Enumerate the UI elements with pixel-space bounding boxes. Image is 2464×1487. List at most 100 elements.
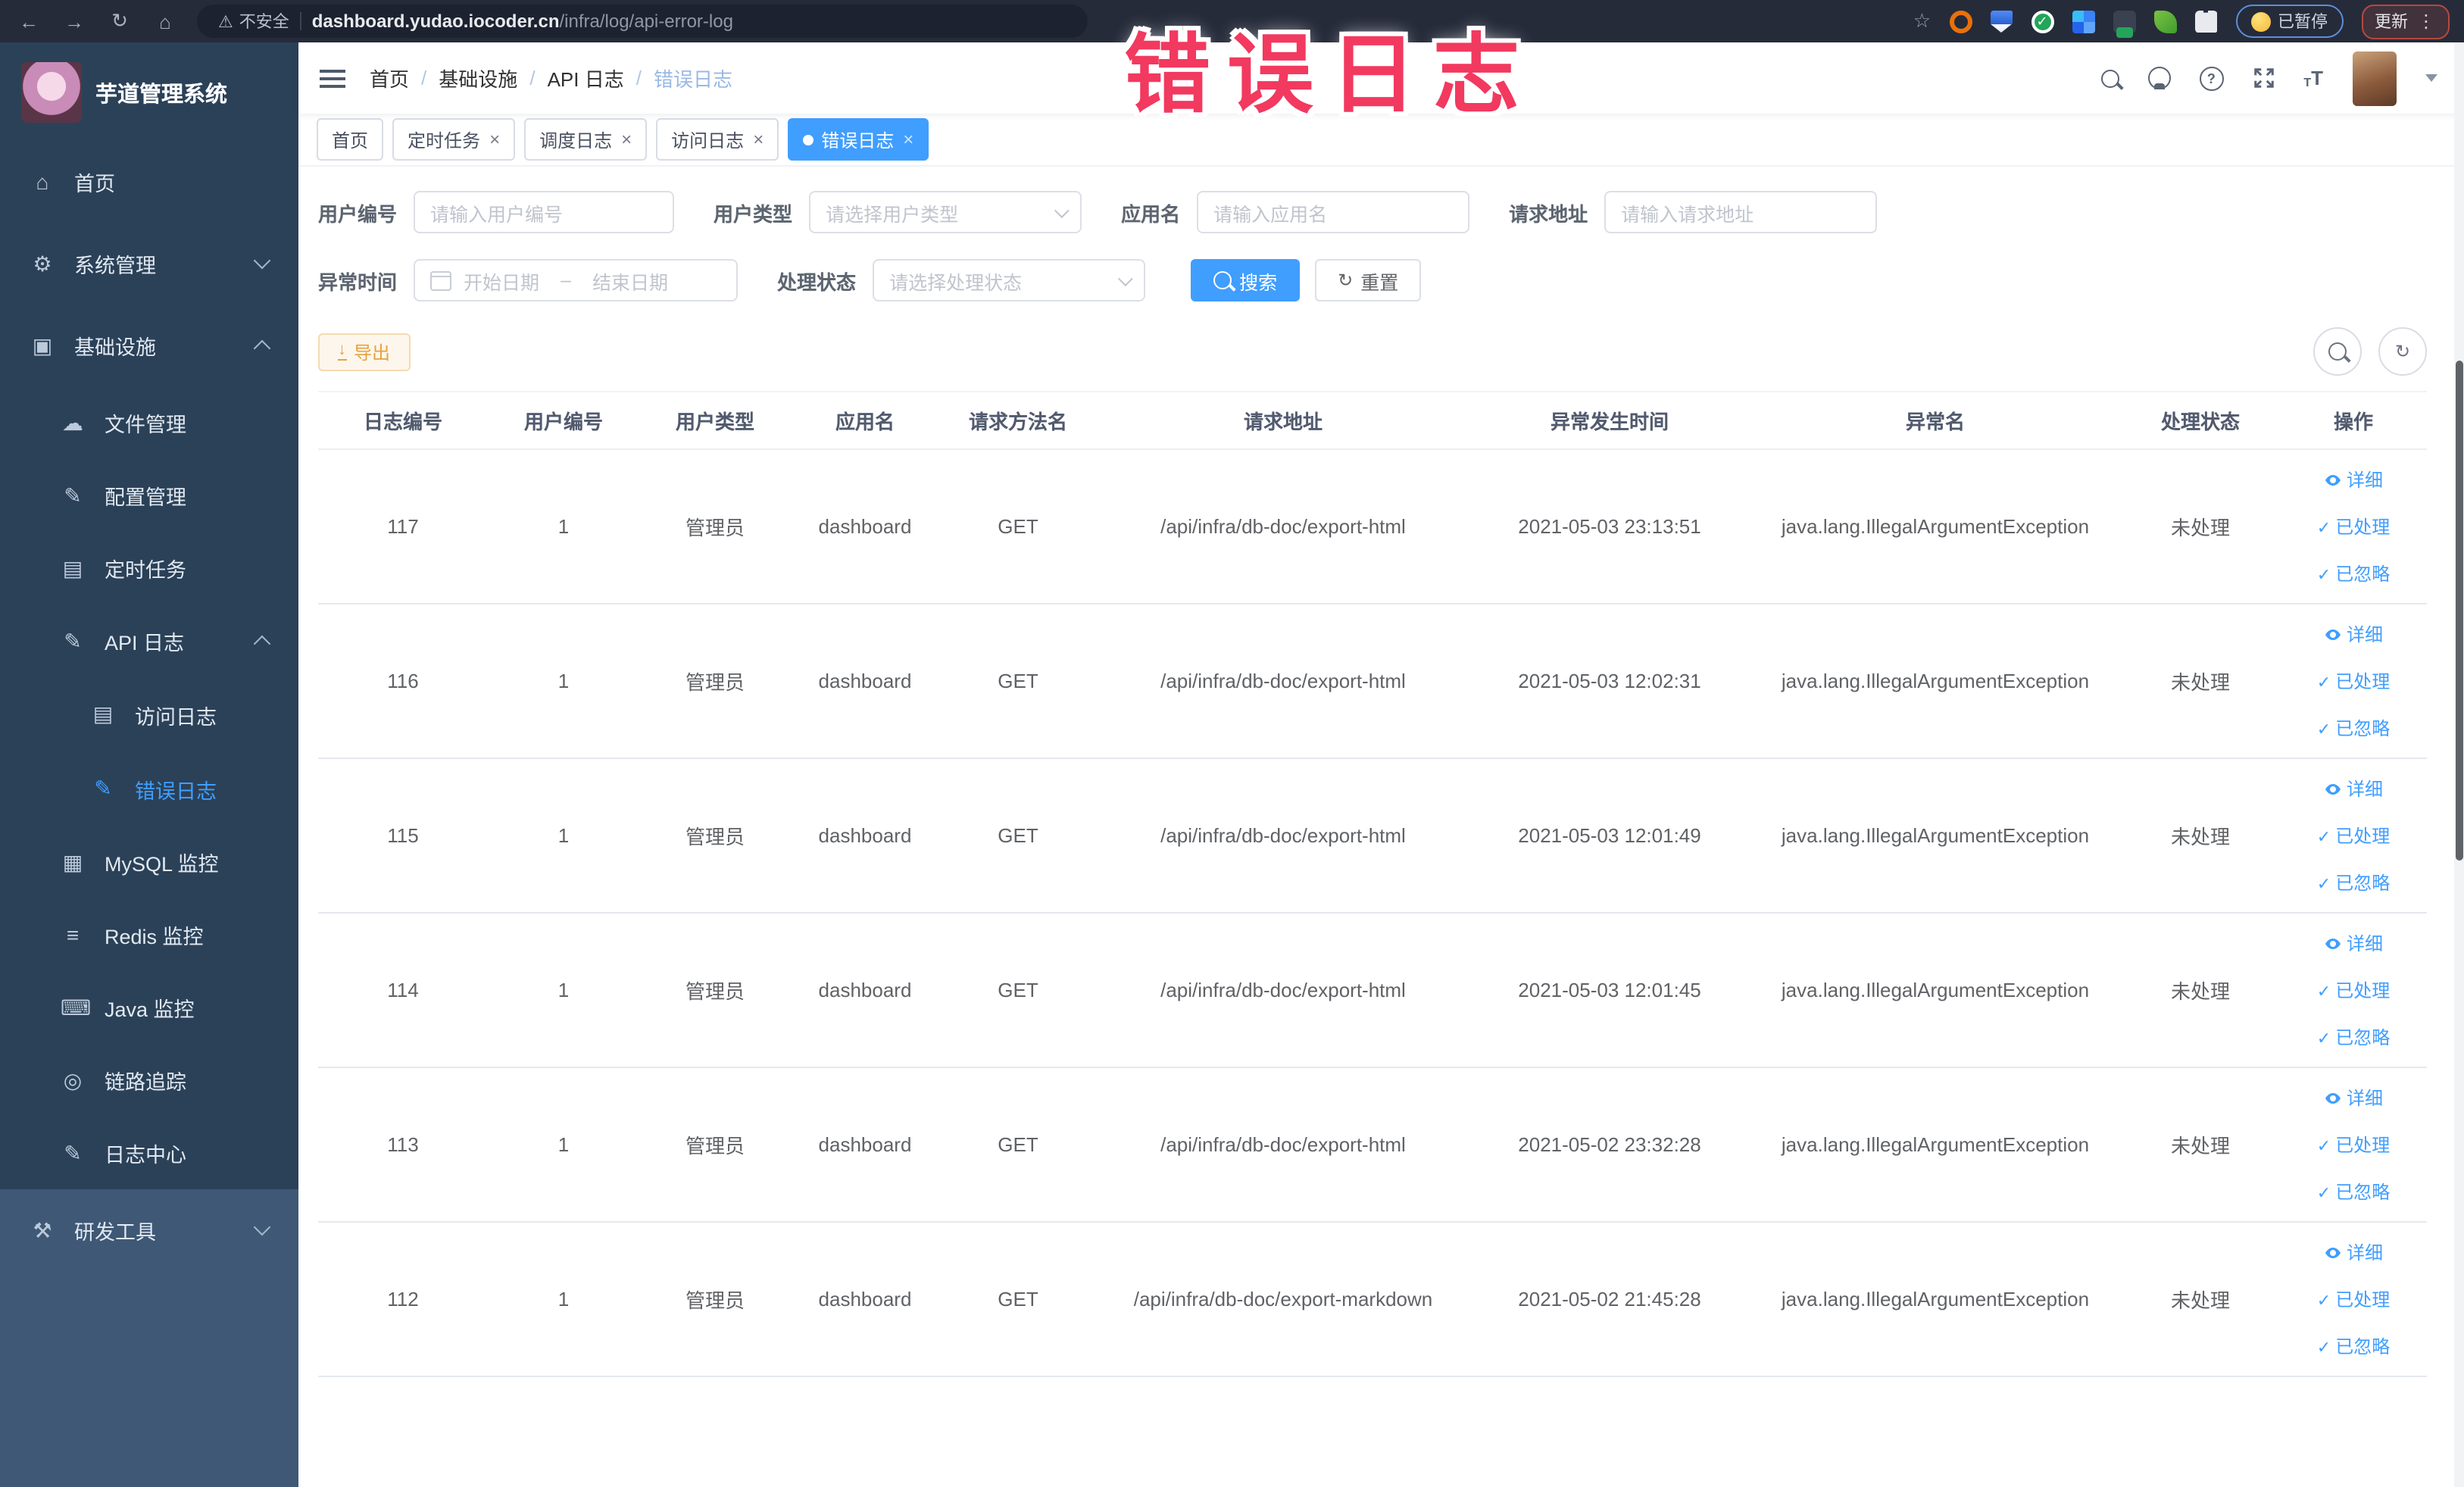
tab-label: 错误日志 (821, 130, 895, 151)
extension-icon[interactable] (1949, 10, 1972, 33)
scrollbar-thumb[interactable] (2455, 361, 2462, 861)
extension-leaf-icon[interactable] (2153, 10, 2176, 33)
tab-访问日志[interactable]: 访问日志 × (656, 118, 779, 161)
action-label: 已处理 (2335, 1135, 2391, 1156)
browser-menu-kebab-icon[interactable]: ⋮ (2417, 11, 2435, 32)
user-id-input[interactable]: 请输入用户编号 (414, 191, 675, 233)
browser-back-icon[interactable]: ← (15, 10, 42, 33)
mysql-monitor-icon (61, 849, 85, 875)
app-name-input[interactable]: 请输入应用名 (1197, 191, 1470, 233)
browser-update-button[interactable]: 更新 ⋮ (2361, 4, 2449, 39)
sidebar-item-配置管理[interactable]: 配置管理 (0, 459, 298, 532)
action-详细[interactable]: 详细 (2324, 1239, 2383, 1265)
bookmark-star-icon[interactable]: ☆ (1913, 9, 1931, 33)
breadcrumb-item[interactable]: 基础设施 (439, 64, 517, 92)
avatar-caret-icon[interactable] (2425, 74, 2437, 82)
sidebar-item-系统管理[interactable]: 系统管理 (0, 223, 298, 305)
extension-switch-icon[interactable] (2113, 10, 2135, 37)
action-已处理[interactable]: 已处理 (2317, 668, 2390, 694)
tab-close-icon[interactable]: × (621, 130, 632, 148)
address-bar[interactable]: ⚠ 不安全 dashboard.yudao.iocoder.cn/infra/lo… (197, 5, 1088, 38)
font-size-icon[interactable] (2303, 67, 2323, 89)
toggle-search-button[interactable] (2313, 327, 2362, 376)
request-url-input[interactable]: 请输入请求地址 (1604, 191, 1878, 233)
sidebar-item-错误日志[interactable]: 错误日志 (0, 751, 298, 826)
exception-time-range-picker[interactable]: 开始日期 – 结束日期 (414, 259, 739, 301)
reset-button[interactable]: 重置 (1315, 259, 1422, 301)
action-已处理[interactable]: 已处理 (2317, 1286, 2390, 1312)
extensions-puzzle-icon[interactable] (2194, 10, 2217, 33)
tab-定时任务[interactable]: 定时任务 × (392, 118, 516, 161)
refresh-table-button[interactable] (2378, 327, 2427, 376)
tab-close-icon[interactable]: × (903, 130, 913, 148)
browser-reload-icon[interactable]: ↻ (106, 9, 133, 33)
breadcrumb-item[interactable]: API 日志 (548, 64, 624, 92)
cell-status: 未处理 (2170, 671, 2230, 694)
page-scrollbar[interactable] (2453, 42, 2464, 1487)
cell-app: dashboard (818, 979, 912, 1001)
tab-调度日志[interactable]: 调度日志 × (524, 118, 648, 161)
eye-icon (2324, 470, 2342, 489)
search-button[interactable]: 搜索 (1191, 259, 1301, 301)
sidebar-item-基础设施[interactable]: 基础设施 (0, 305, 298, 386)
sidebar-collapse-icon[interactable] (320, 69, 345, 87)
tab-close-icon[interactable]: × (753, 130, 764, 148)
column-header-处理状态: 处理状态 (2160, 411, 2240, 433)
sidebar-item-文件管理[interactable]: 文件管理 (0, 386, 298, 459)
breadcrumb-item[interactable]: 首页 (370, 64, 409, 92)
action-详细[interactable]: 详细 (2324, 930, 2383, 956)
search-icon[interactable] (2100, 69, 2119, 87)
action-详细[interactable]: 详细 (2324, 776, 2383, 801)
user-avatar[interactable] (2352, 51, 2396, 105)
browser-forward-icon[interactable]: → (61, 10, 88, 33)
sidebar-item-研发工具[interactable]: 研发工具 (0, 1189, 298, 1271)
sidebar-item-Redis 监控[interactable]: Redis 监控 (0, 898, 298, 971)
help-icon[interactable] (2199, 66, 2224, 90)
sidebar-item-API 日志[interactable]: API 日志 (0, 604, 298, 677)
sidebar-item-定时任务[interactable]: 定时任务 (0, 532, 298, 604)
action-已处理[interactable]: 已处理 (2317, 823, 2390, 848)
sidebar-item-访问日志[interactable]: 访问日志 (0, 677, 298, 751)
github-icon[interactable] (2147, 67, 2171, 89)
sidebar-item-链路追踪[interactable]: 链路追踪 (0, 1044, 298, 1117)
tab-错误日志[interactable]: 错误日志 × (788, 118, 929, 161)
user-type-select[interactable]: 请选择用户类型 (809, 191, 1082, 233)
sidebar-item-Java 监控[interactable]: Java 监控 (0, 971, 298, 1044)
export-button[interactable]: 导出 (318, 333, 411, 370)
cell-exception: java.lang.IllegalArgumentException (1781, 515, 2090, 538)
action-详细[interactable]: 详细 (2324, 621, 2383, 647)
check-icon (2317, 1335, 2331, 1357)
sidebar: 芋道管理系统 首页系统管理基础设施文件管理配置管理定时任务 API 日志访问日志错… (0, 42, 298, 1487)
action-已忽略[interactable]: 已忽略 (2317, 1179, 2390, 1204)
calendar-icon (430, 270, 452, 290)
action-已忽略[interactable]: 已忽略 (2317, 1024, 2390, 1050)
fullscreen-icon[interactable] (2252, 67, 2275, 89)
action-已处理[interactable]: 已处理 (2317, 977, 2390, 1003)
action-详细[interactable]: 详细 (2324, 467, 2383, 492)
filter-process-status-label: 处理状态 (777, 270, 857, 293)
sidebar-item-日志中心[interactable]: 日志中心 (0, 1117, 298, 1189)
column-header-用户编号: 用户编号 (523, 411, 603, 433)
extension-grid-icon[interactable] (2072, 10, 2094, 33)
security-indicator[interactable]: ⚠ 不安全 (218, 9, 289, 33)
action-已忽略[interactable]: 已忽略 (2317, 870, 2390, 895)
tab-首页[interactable]: 首页 (317, 118, 384, 161)
action-已忽略[interactable]: 已忽略 (2317, 715, 2390, 741)
sidebar-item-MySQL 监控[interactable]: MySQL 监控 (0, 826, 298, 898)
action-已处理[interactable]: 已处理 (2317, 514, 2390, 539)
action-已处理[interactable]: 已处理 (2317, 1132, 2390, 1157)
action-详细[interactable]: 详细 (2324, 1085, 2383, 1111)
sidebar-item-首页[interactable]: 首页 (0, 141, 298, 223)
chevron-down-icon (1054, 202, 1070, 218)
action-已忽略[interactable]: 已忽略 (2317, 561, 2390, 586)
browser-home-icon[interactable]: ⌂ (151, 10, 179, 33)
action-已忽略[interactable]: 已忽略 (2317, 1333, 2390, 1359)
profile-paused-chip[interactable]: 已暂停 (2235, 5, 2343, 38)
chevron-down-icon (1117, 270, 1133, 286)
extension-shield-icon[interactable] (1990, 10, 2013, 33)
check-icon (2317, 1181, 2331, 1202)
tab-close-icon[interactable]: × (489, 130, 500, 148)
process-status-select[interactable]: 请选择处理状态 (873, 259, 1146, 301)
extension-check-icon[interactable]: ✓ (2031, 10, 2053, 33)
app-logo-row[interactable]: 芋道管理系统 (0, 42, 298, 141)
